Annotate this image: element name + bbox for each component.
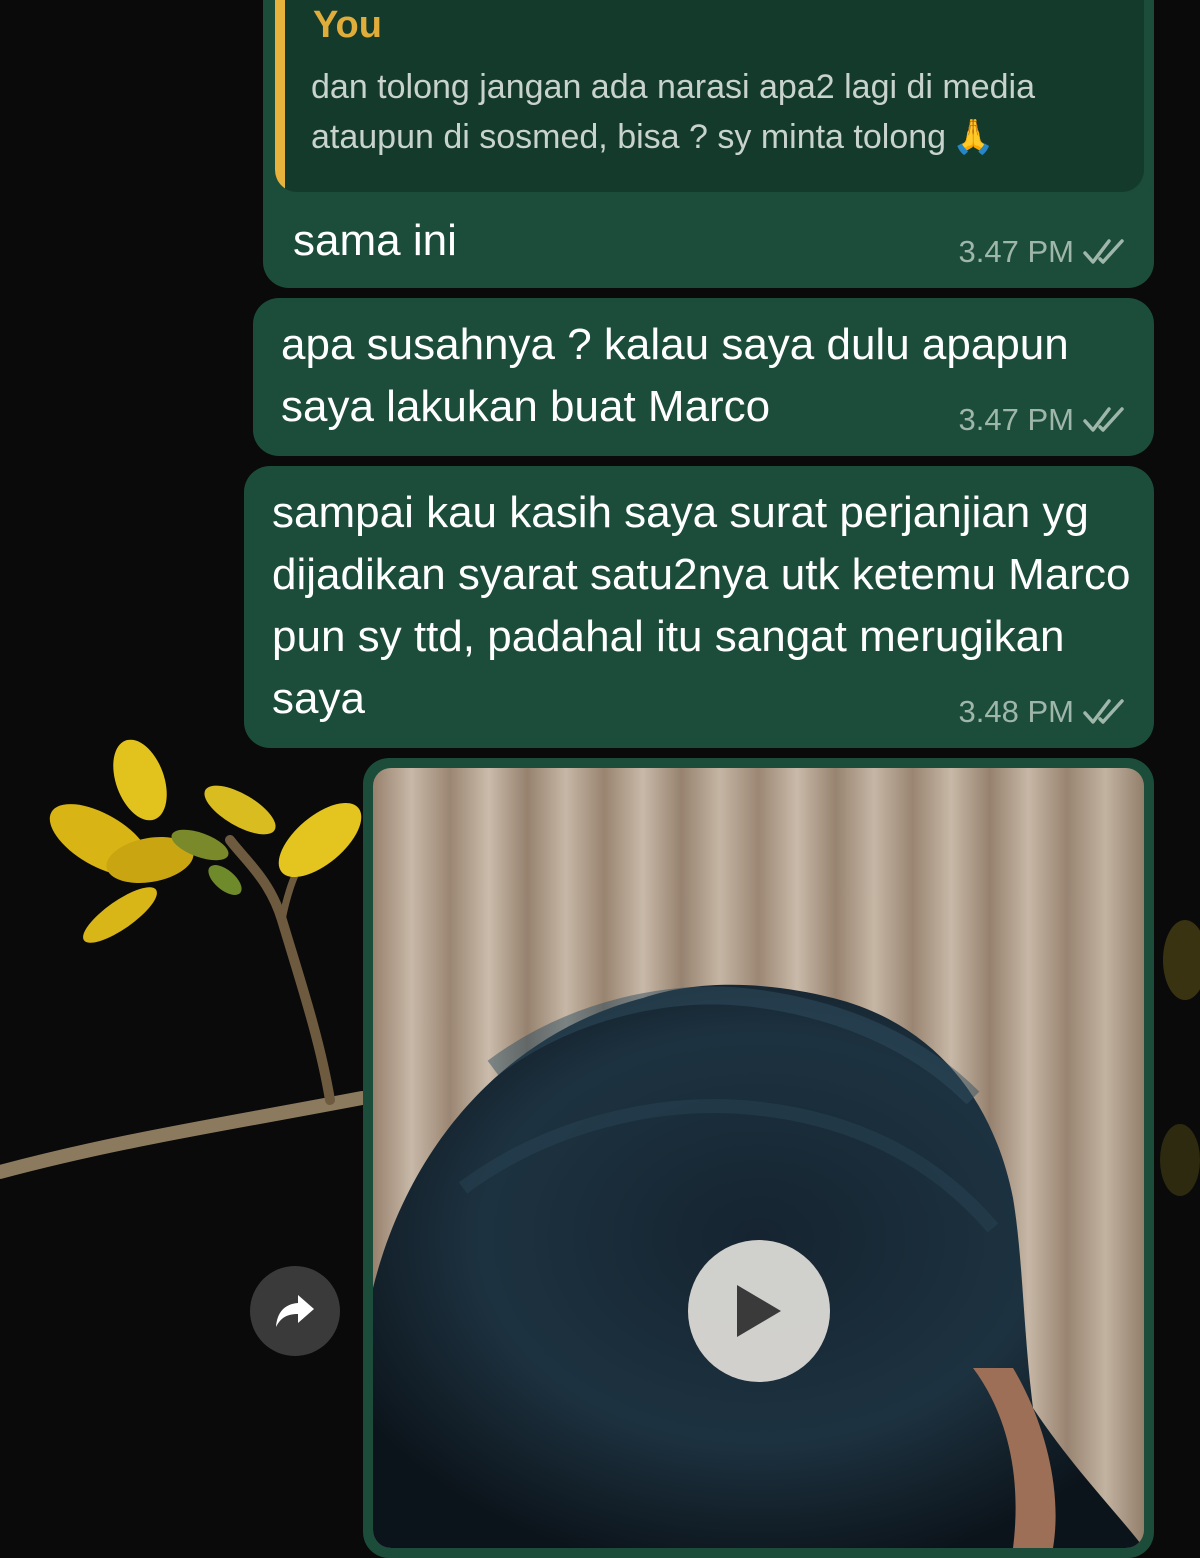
praying-hands-icon: 🙏: [952, 118, 995, 156]
video-thumbnail[interactable]: [373, 768, 1144, 1548]
quoted-reply[interactable]: You dan tolong jangan ada narasi apa2 la…: [275, 0, 1144, 192]
forward-button[interactable]: [250, 1266, 340, 1356]
double-check-icon: [1083, 239, 1124, 264]
video-message-bubble[interactable]: [363, 758, 1154, 1558]
quote-accent-bar: [275, 0, 285, 192]
message-time: 3.48 PM: [958, 694, 1074, 729]
message-text: sampai kau kasih saya surat perjanjian y…: [272, 488, 1131, 723]
message-text: sama ini: [293, 216, 457, 265]
message-meta: 3.47 PM: [959, 234, 1126, 270]
play-icon: [737, 1285, 781, 1337]
message-bubble-outgoing[interactable]: You dan tolong jangan ada narasi apa2 la…: [263, 0, 1154, 288]
message-meta: 3.48 PM: [959, 694, 1126, 730]
message-time: 3.47 PM: [958, 402, 1074, 437]
message-bubble-outgoing[interactable]: sampai kau kasih saya surat perjanjian y…: [244, 466, 1154, 748]
message-meta: 3.47 PM: [959, 402, 1126, 438]
quote-text-block: dan tolong jangan ada narasi apa2 lagi d…: [311, 62, 1131, 162]
message-time: 3.47 PM: [958, 234, 1074, 269]
video-preview-image: [373, 768, 1144, 1548]
double-check-icon: [1083, 407, 1124, 432]
quote-text: dan tolong jangan ada narasi apa2 lagi d…: [311, 68, 1035, 156]
double-check-icon: [1083, 699, 1124, 724]
message-bubble-outgoing[interactable]: apa susahnya ? kalau saya dulu apapun sa…: [253, 298, 1154, 456]
quote-author: You: [313, 4, 382, 46]
play-button[interactable]: [688, 1240, 830, 1382]
forward-arrow-icon: [276, 1295, 314, 1327]
